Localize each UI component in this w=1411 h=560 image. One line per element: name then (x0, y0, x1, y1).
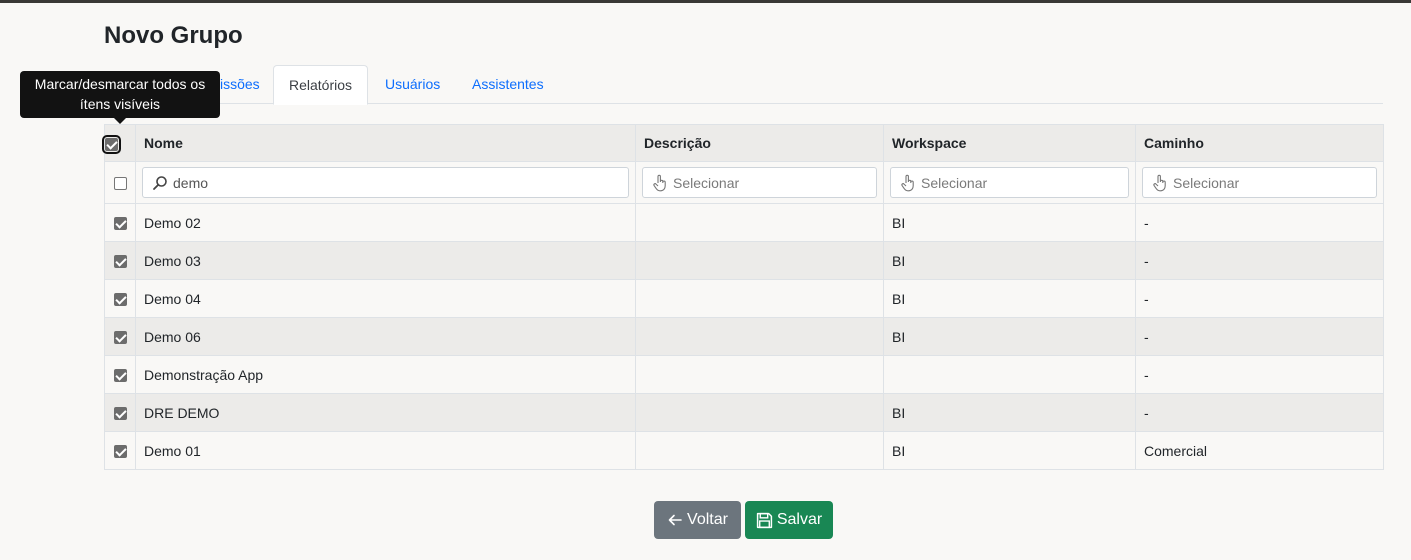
cell-workspace: BI (883, 431, 1136, 470)
caminho-filter-placeholder: Selecionar (1173, 174, 1240, 191)
cell-descricao (635, 279, 884, 318)
cell-descricao (635, 203, 884, 242)
hand-pointer-icon (899, 174, 917, 192)
nome-filter-value: demo (173, 174, 209, 191)
row-checkbox[interactable] (113, 293, 127, 307)
cell-workspace: BI (883, 279, 1136, 318)
column-header-caminho[interactable]: Caminho (1135, 124, 1384, 162)
descricao-filter-placeholder: Selecionar (673, 174, 740, 191)
hand-pointer-icon (1151, 174, 1169, 192)
row-checkbox[interactable] (113, 407, 127, 421)
arrow-left-icon (667, 512, 683, 528)
tooltip-arrow (114, 118, 126, 124)
cell-descricao (635, 355, 884, 394)
top-bar (0, 0, 1411, 3)
column-header-nome[interactable]: Nome (135, 124, 636, 162)
tab-permissoes[interactable]: issões (220, 65, 260, 104)
back-button[interactable]: Voltar (654, 501, 741, 539)
cell-workspace (883, 355, 1136, 394)
row-checkbox-cell (104, 355, 136, 394)
column-header-descricao[interactable]: Descrição (635, 124, 884, 162)
table-header-row: Nome Descrição Workspace Caminho (102, 124, 1384, 162)
cell-nome: Demo 01 (135, 431, 636, 470)
table-row[interactable]: DRE DEMO BI - (104, 393, 1384, 432)
search-icon (151, 174, 169, 192)
table-row[interactable]: Demo 01 BI Comercial (104, 431, 1384, 470)
cell-caminho: - (1135, 241, 1384, 280)
workspace-filter-placeholder: Selecionar (921, 174, 988, 191)
filter-cell-nome: demo (135, 161, 636, 204)
cell-nome: Demonstração App (135, 355, 636, 394)
row-checkbox[interactable] (113, 217, 127, 231)
tab-bar: issões Relatórios Usuários Assistentes (104, 65, 1383, 105)
save-button-label: Salvar (776, 511, 823, 528)
caminho-filter-select[interactable]: Selecionar (1142, 167, 1377, 198)
row-checkbox[interactable] (113, 445, 127, 459)
filter-cell-workspace: Selecionar (883, 161, 1136, 204)
cell-descricao (635, 241, 884, 280)
cell-workspace: BI (883, 241, 1136, 280)
select-all-cell (102, 124, 136, 162)
cell-nome: Demo 04 (135, 279, 636, 318)
cell-caminho: Comercial (1135, 431, 1384, 470)
table-row[interactable]: Demo 02 BI - (104, 203, 1384, 242)
descricao-filter-select[interactable]: Selecionar (642, 167, 877, 198)
row-checkbox[interactable] (113, 369, 127, 383)
cell-nome: Demo 02 (135, 203, 636, 242)
hand-pointer-icon (651, 174, 669, 192)
table-row[interactable]: Demo 06 BI - (104, 317, 1384, 356)
filter-checkbox[interactable] (113, 177, 127, 191)
row-checkbox-cell (104, 431, 136, 470)
row-checkbox-cell (104, 317, 136, 356)
cell-descricao (635, 393, 884, 432)
row-checkbox[interactable] (113, 331, 127, 345)
cell-nome: DRE DEMO (135, 393, 636, 432)
row-checkbox-cell (104, 241, 136, 280)
cell-caminho: - (1135, 393, 1384, 432)
cell-descricao (635, 431, 884, 470)
cell-caminho: - (1135, 355, 1384, 394)
back-button-label: Voltar (687, 511, 728, 528)
tooltip-text: Marcar/desmarcar todos os ítens visíveis (34, 76, 206, 112)
table-row[interactable]: Demo 04 BI - (104, 279, 1384, 318)
cell-descricao (635, 317, 884, 356)
cell-caminho: - (1135, 317, 1384, 356)
column-header-workspace[interactable]: Workspace (883, 124, 1136, 162)
table-filter-row: demo Selecionar Selecionar Selecionar (104, 161, 1384, 204)
reports-table: Nome Descrição Workspace Caminho demo Se… (102, 124, 1384, 470)
cell-workspace: BI (883, 393, 1136, 432)
row-checkbox-cell (104, 279, 136, 318)
workspace-filter-select[interactable]: Selecionar (890, 167, 1129, 198)
filter-cell-caminho: Selecionar (1135, 161, 1384, 204)
nome-filter-input[interactable]: demo (142, 167, 629, 198)
page-title: Novo Grupo (104, 22, 243, 49)
select-all-checkbox[interactable] (102, 134, 121, 154)
select-all-tooltip: Marcar/desmarcar todos os ítens visíveis (20, 71, 220, 124)
tab-relatorios[interactable]: Relatórios (273, 65, 368, 105)
row-checkbox-cell (104, 393, 136, 432)
cell-nome: Demo 06 (135, 317, 636, 356)
filter-cell-descricao: Selecionar (635, 161, 884, 204)
table-row[interactable]: Demo 03 BI - (104, 241, 1384, 280)
tab-assistentes[interactable]: Assistentes (472, 65, 544, 104)
cell-caminho: - (1135, 203, 1384, 242)
floppy-disk-icon (756, 512, 773, 529)
row-checkbox[interactable] (113, 255, 127, 269)
cell-nome: Demo 03 (135, 241, 636, 280)
tab-usuarios[interactable]: Usuários (385, 65, 440, 104)
cell-workspace: BI (883, 317, 1136, 356)
save-button[interactable]: Salvar (745, 501, 833, 539)
table-row[interactable]: Demonstração App - (104, 355, 1384, 394)
row-checkbox-cell (104, 203, 136, 242)
filter-checkbox-cell (104, 161, 136, 204)
cell-caminho: - (1135, 279, 1384, 318)
cell-workspace: BI (883, 203, 1136, 242)
